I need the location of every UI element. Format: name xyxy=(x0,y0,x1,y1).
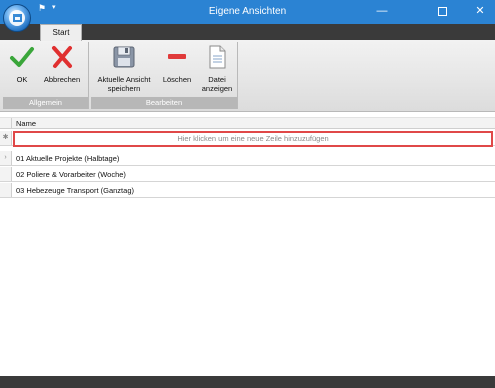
table-row[interactable]: 02 Poliere & Vorarbeiter (Woche) xyxy=(0,167,495,182)
red-minus-icon xyxy=(168,54,186,59)
title-bar: ⚑ ▾ Eigene Ansichten — ✕ xyxy=(0,0,495,24)
row-name-cell[interactable]: 03 Hebezeuge Transport (Ganztag) xyxy=(16,186,134,195)
application-menu-button[interactable] xyxy=(3,4,31,32)
save-view-label-line2: speichern xyxy=(107,84,141,93)
new-row[interactable]: ✱ Hier klicken um eine neue Zeile hinzuz… xyxy=(0,131,495,147)
row-selector[interactable] xyxy=(0,167,12,181)
group-label-bearbeiten: Bearbeiten xyxy=(91,97,237,109)
table-row[interactable]: › 01 Aktuelle Projekte (Halbtage) xyxy=(0,151,495,166)
row-name-cell[interactable]: 02 Poliere & Vorarbeiter (Woche) xyxy=(16,170,126,179)
ok-button[interactable]: OK xyxy=(6,44,38,84)
show-file-label-line2: anzeigen xyxy=(201,84,233,93)
status-bar xyxy=(0,376,495,388)
views-grid: Name ✱ Hier klicken um eine neue Zeile h… xyxy=(0,114,495,376)
floppy-disk-icon xyxy=(113,46,135,68)
ok-label: OK xyxy=(16,75,28,84)
delete-button[interactable]: Löschen xyxy=(158,44,196,84)
show-file-button[interactable]: Datei anzeigen xyxy=(198,44,236,93)
group-label-allgemein: Allgemein xyxy=(3,97,88,109)
tab-start[interactable]: Start xyxy=(40,24,82,41)
row-name-cell[interactable]: 01 Aktuelle Projekte (Halbtage) xyxy=(16,154,119,163)
close-button[interactable]: ✕ xyxy=(458,0,495,24)
show-file-label-line1: Datei xyxy=(208,75,226,84)
app-logo-icon xyxy=(9,10,25,26)
ribbon-group-allgemein: OK Abbrechen Allgemein xyxy=(3,42,89,109)
maximize-icon xyxy=(437,6,447,16)
current-row-indicator-icon[interactable]: › xyxy=(0,151,12,165)
minimize-button[interactable]: — xyxy=(360,0,404,24)
cancel-button[interactable]: Abbrechen xyxy=(39,44,85,84)
cancel-label: Abbrechen xyxy=(43,75,81,84)
new-row-input[interactable]: Hier klicken um eine neue Zeile hinzuzuf… xyxy=(13,131,493,147)
header-row-selector xyxy=(0,118,12,129)
column-header-name[interactable]: Name xyxy=(16,119,36,128)
row-selector[interactable] xyxy=(0,183,12,197)
ribbon-group-bearbeiten: Aktuelle Ansicht speichern Löschen Datei… xyxy=(91,42,238,109)
ribbon: OK Abbrechen Allgemein Aktuelle Ansicht … xyxy=(0,40,495,112)
red-x-icon xyxy=(52,46,72,68)
new-row-marker-icon: ✱ xyxy=(0,131,12,145)
save-view-label-line1: Aktuelle Ansicht xyxy=(97,75,151,84)
checkmark-icon xyxy=(10,47,34,67)
table-row[interactable]: 03 Hebezeuge Transport (Ganztag) xyxy=(0,183,495,198)
document-icon xyxy=(209,45,226,69)
delete-label: Löschen xyxy=(162,75,192,84)
grid-header: Name xyxy=(0,117,495,129)
save-view-button[interactable]: Aktuelle Ansicht speichern xyxy=(91,44,157,93)
